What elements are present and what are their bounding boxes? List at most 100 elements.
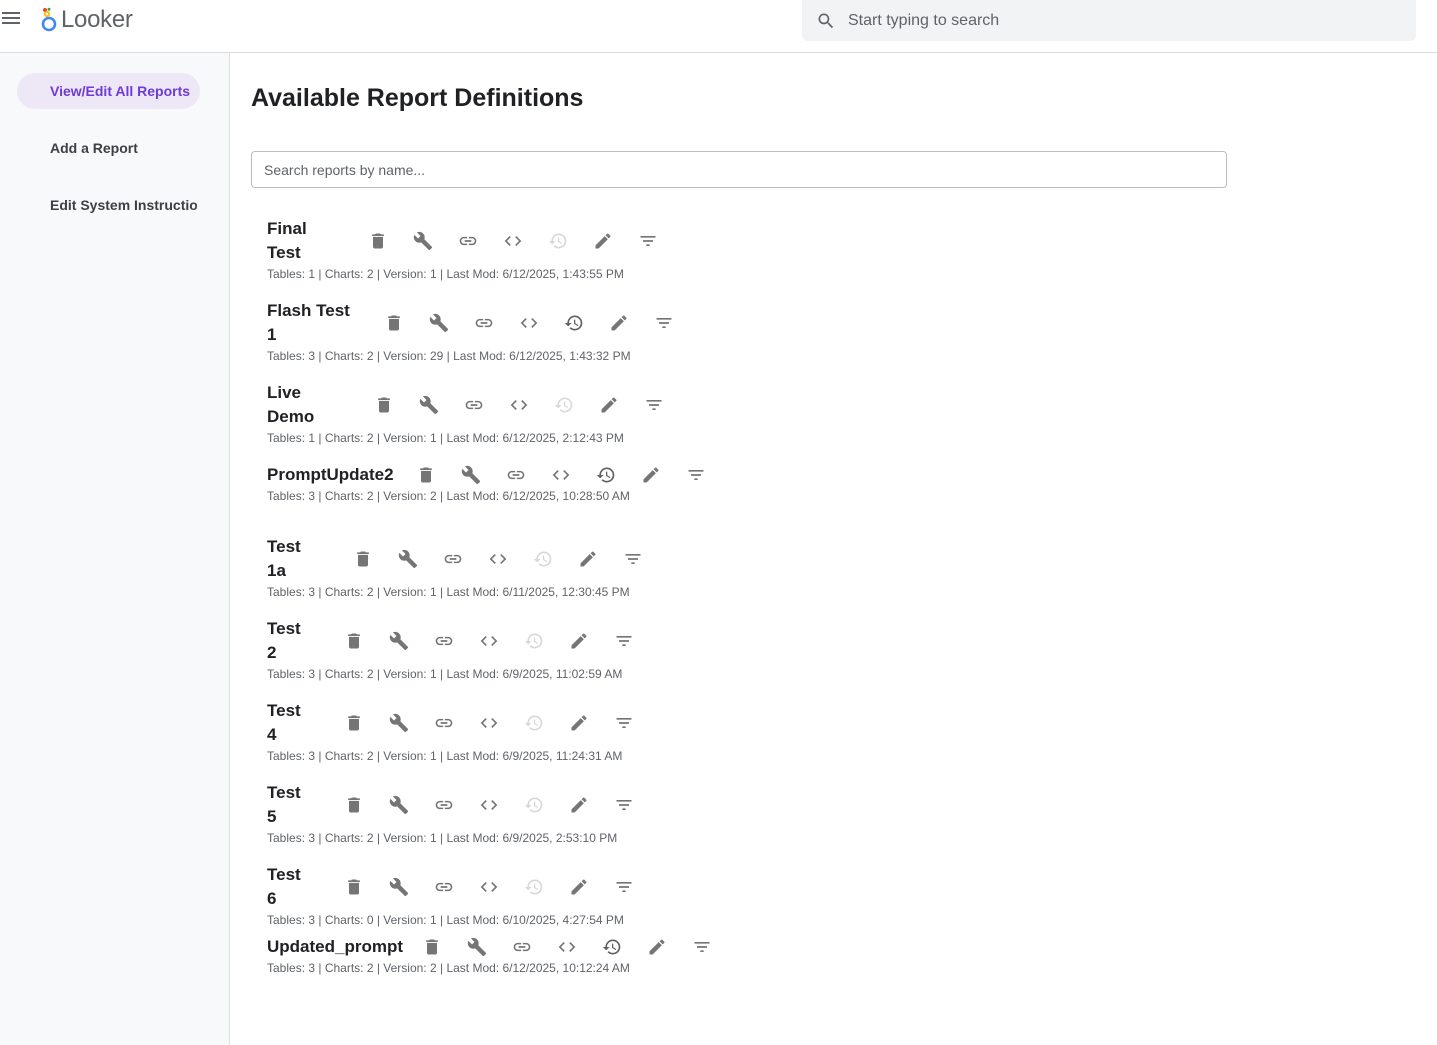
- link-icon[interactable]: [451, 393, 496, 417]
- report-name: Test 5: [267, 781, 331, 829]
- wrench-icon[interactable]: [376, 629, 421, 653]
- link-icon[interactable]: [421, 629, 466, 653]
- pencil-icon[interactable]: [565, 547, 610, 571]
- pencil-icon[interactable]: [634, 935, 679, 959]
- report-actions: [331, 793, 646, 817]
- sidebar-item-view-edit-all-reports[interactable]: View/Edit All Reports: [17, 73, 201, 109]
- delete-icon[interactable]: [331, 875, 376, 899]
- report-header: PromptUpdate2: [267, 463, 718, 487]
- report-name-line: PromptUpdate2: [267, 465, 394, 484]
- report-name-line: Updated_prompt: [267, 937, 403, 956]
- code-icon[interactable]: [496, 393, 541, 417]
- sidebar-item-add-a-report[interactable]: Add a Report: [17, 130, 148, 166]
- report-meta: Tables: 3 | Charts: 2 | Version: 1 | Las…: [267, 667, 623, 681]
- filter-icon[interactable]: [625, 229, 670, 253]
- report-actions: [331, 629, 646, 653]
- menu-icon[interactable]: [2, 10, 22, 30]
- sidebar-item-edit-system-instructions[interactable]: Edit System Instructions: [17, 187, 197, 223]
- filter-icon[interactable]: [673, 463, 718, 487]
- link-icon[interactable]: [421, 793, 466, 817]
- report-header: Test 6: [267, 863, 646, 911]
- code-icon[interactable]: [466, 629, 511, 653]
- filter-icon[interactable]: [679, 935, 724, 959]
- link-icon[interactable]: [499, 935, 544, 959]
- wrench-icon[interactable]: [385, 547, 430, 571]
- code-icon[interactable]: [506, 311, 551, 335]
- delete-icon[interactable]: [371, 311, 416, 335]
- wrench-icon[interactable]: [400, 229, 445, 253]
- report-name-line: Final: [267, 219, 307, 238]
- wrench-icon[interactable]: [454, 935, 499, 959]
- pencil-icon[interactable]: [556, 711, 601, 735]
- filter-icon[interactable]: [641, 311, 686, 335]
- link-icon[interactable]: [445, 229, 490, 253]
- wrench-icon[interactable]: [406, 393, 451, 417]
- code-icon[interactable]: [466, 875, 511, 899]
- filter-icon[interactable]: [631, 393, 676, 417]
- link-icon[interactable]: [493, 463, 538, 487]
- report-name-line: 2: [267, 643, 277, 662]
- link-icon[interactable]: [421, 875, 466, 899]
- history-icon: [541, 393, 586, 417]
- report-name: Test 6: [267, 863, 331, 911]
- wrench-icon[interactable]: [448, 463, 493, 487]
- pencil-icon[interactable]: [580, 229, 625, 253]
- code-icon[interactable]: [544, 935, 589, 959]
- report-meta: Tables: 3 | Charts: 2 | Version: 29 | La…: [267, 349, 631, 363]
- report-item: Live Demo Tables: 1 | Charts: 2 | Version:…: [267, 381, 676, 445]
- filter-icon[interactable]: [601, 793, 646, 817]
- delete-icon[interactable]: [409, 935, 454, 959]
- wrench-icon[interactable]: [376, 875, 421, 899]
- delete-icon[interactable]: [331, 793, 376, 817]
- report-name-line: Test: [267, 783, 301, 802]
- delete-icon[interactable]: [361, 393, 406, 417]
- pencil-icon[interactable]: [628, 463, 673, 487]
- report-actions: [409, 935, 724, 959]
- wrench-icon[interactable]: [416, 311, 461, 335]
- report-header: Test 2: [267, 617, 646, 665]
- report-meta: Tables: 3 | Charts: 2 | Version: 2 | Las…: [267, 489, 630, 503]
- report-name: Live Demo: [267, 381, 361, 429]
- report-name: Flash Test 1: [267, 299, 371, 347]
- delete-icon[interactable]: [331, 629, 376, 653]
- pencil-icon[interactable]: [556, 629, 601, 653]
- history-icon[interactable]: [589, 935, 634, 959]
- report-header: Test 5: [267, 781, 646, 829]
- delete-icon[interactable]: [403, 463, 448, 487]
- filter-icon[interactable]: [601, 711, 646, 735]
- link-icon[interactable]: [421, 711, 466, 735]
- global-search-input[interactable]: [848, 11, 1388, 30]
- history-icon[interactable]: [551, 311, 596, 335]
- filter-icon[interactable]: [610, 547, 655, 571]
- delete-icon[interactable]: [340, 547, 385, 571]
- report-name-line: Test: [267, 537, 301, 556]
- filter-icon[interactable]: [601, 875, 646, 899]
- code-icon[interactable]: [466, 793, 511, 817]
- report-item: Test 6 Tables: 3 | Charts: 0 | Version: 1 …: [267, 863, 646, 927]
- code-icon[interactable]: [490, 229, 535, 253]
- looker-logo[interactable]: Looker: [40, 6, 133, 34]
- pencil-icon[interactable]: [556, 793, 601, 817]
- pencil-icon[interactable]: [556, 875, 601, 899]
- code-icon[interactable]: [538, 463, 583, 487]
- link-icon[interactable]: [430, 547, 475, 571]
- delete-icon[interactable]: [331, 711, 376, 735]
- report-name-line: Flash Test: [267, 301, 350, 320]
- report-name-line: Test: [267, 619, 301, 638]
- link-icon[interactable]: [461, 311, 506, 335]
- pencil-icon[interactable]: [586, 393, 631, 417]
- report-name: PromptUpdate2: [267, 463, 403, 487]
- report-name-line: Live: [267, 383, 302, 402]
- report-actions: [371, 311, 686, 335]
- filter-icon[interactable]: [601, 629, 646, 653]
- pencil-icon[interactable]: [596, 311, 641, 335]
- report-name-line: Test: [267, 701, 301, 720]
- history-icon[interactable]: [583, 463, 628, 487]
- global-search-bar[interactable]: [802, 0, 1416, 41]
- wrench-icon[interactable]: [376, 711, 421, 735]
- report-search-input[interactable]: [251, 151, 1227, 188]
- code-icon[interactable]: [466, 711, 511, 735]
- code-icon[interactable]: [475, 547, 520, 571]
- delete-icon[interactable]: [355, 229, 400, 253]
- wrench-icon[interactable]: [376, 793, 421, 817]
